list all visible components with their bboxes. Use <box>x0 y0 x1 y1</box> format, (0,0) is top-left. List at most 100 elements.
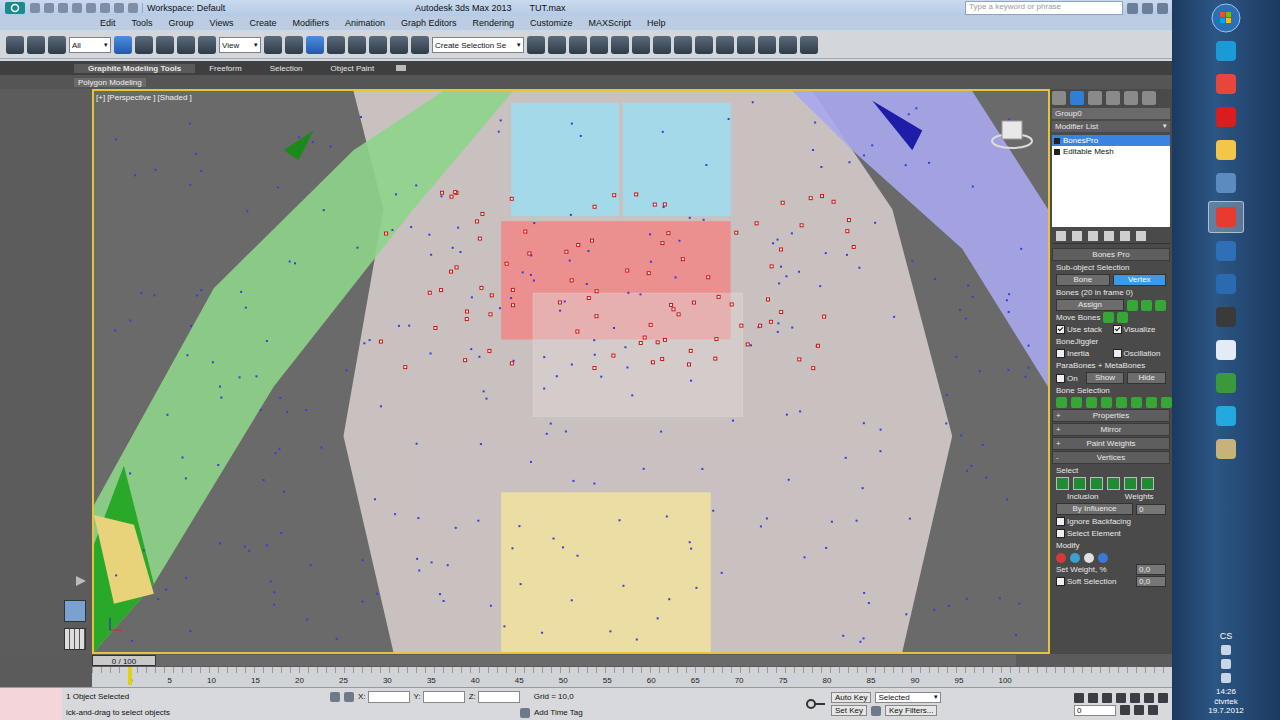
viewport[interactable]: [+][Perspective ][Shaded ] <box>92 89 1050 654</box>
quick-access-icon[interactable] <box>100 3 110 13</box>
language-indicator[interactable]: CS <box>1220 631 1233 641</box>
maxscript-listener[interactable] <box>0 688 62 720</box>
render-tool-icon[interactable] <box>758 36 776 54</box>
search-field[interactable]: Type a keyword or phrase <box>965 1 1123 15</box>
select-tool-icon[interactable] <box>177 36 195 54</box>
playback-icon[interactable] <box>1088 693 1098 703</box>
quick-access-icon[interactable] <box>114 3 124 13</box>
rollout-title[interactable]: +Properties <box>1052 409 1170 422</box>
assign-icon[interactable] <box>1155 300 1166 311</box>
checkbox[interactable]: Visualize <box>1113 325 1167 334</box>
taskbar-app-icon[interactable] <box>1209 368 1243 398</box>
menu-item[interactable]: Modifiers <box>292 18 329 28</box>
coordinate-field[interactable]: Y: <box>414 691 465 703</box>
lock-icon[interactable] <box>344 692 354 702</box>
time-config-icon[interactable] <box>1120 705 1130 715</box>
render-tool-icon[interactable] <box>569 36 587 54</box>
by-influence-spinner[interactable]: 0 <box>1136 504 1166 515</box>
render-tool-icon[interactable] <box>527 36 545 54</box>
stack-item[interactable]: Editable Mesh <box>1052 146 1170 157</box>
snap-tool-icon[interactable] <box>390 36 408 54</box>
bulb-icon[interactable] <box>1054 149 1060 155</box>
subobject-button[interactable]: Bone <box>1056 274 1110 286</box>
link-tool-icon[interactable] <box>48 36 66 54</box>
render-tool-icon[interactable] <box>674 36 692 54</box>
rollout-title[interactable]: +Mirror <box>1052 423 1170 436</box>
timeline-left-icon[interactable] <box>0 654 92 667</box>
rollout-title[interactable]: -Vertices <box>1052 451 1170 464</box>
taskbar-app-icon[interactable] <box>1209 335 1243 365</box>
playback-icon[interactable] <box>1144 693 1154 703</box>
track-bar-icon[interactable] <box>0 667 92 687</box>
quick-access-icon[interactable] <box>128 3 138 13</box>
stack-tool-icon[interactable] <box>1104 231 1114 241</box>
assign-button[interactable]: Assign <box>1056 299 1124 311</box>
menu-item[interactable]: Group <box>169 18 194 28</box>
bone-selection-icon[interactable] <box>1101 397 1112 408</box>
parabones-button[interactable]: Show <box>1086 372 1125 384</box>
taskbar-app-icon[interactable] <box>1209 269 1243 299</box>
key-icon[interactable] <box>805 697 827 711</box>
isolate-icon[interactable] <box>330 692 340 702</box>
track-bar[interactable]: 0510152025303540455055606570758085909510… <box>92 667 1172 687</box>
select-mode[interactable]: Weights <box>1113 492 1167 501</box>
named-selection-set[interactable]: Create Selection Se▾ <box>432 37 524 53</box>
help-icon[interactable] <box>1157 3 1168 14</box>
menu-item[interactable]: Help <box>647 18 666 28</box>
subobject-button[interactable]: Vertex <box>1113 274 1167 286</box>
taskbar-app-icon[interactable] <box>1209 69 1243 99</box>
zoom-icon[interactable] <box>1134 705 1144 715</box>
command-tab-icon[interactable] <box>1052 91 1066 105</box>
modify-icon[interactable] <box>1084 553 1094 563</box>
pan-icon[interactable] <box>1148 705 1158 715</box>
stack-item[interactable]: BonesPro <box>1052 135 1170 146</box>
menu-item[interactable]: Create <box>249 18 276 28</box>
vertex-select-icon[interactable] <box>1056 477 1069 490</box>
checkbox[interactable]: Use stack <box>1056 325 1110 334</box>
modify-icon[interactable] <box>1056 553 1066 563</box>
add-time-tag[interactable]: Add Time Tag <box>534 708 583 717</box>
taskbar-app-icon[interactable] <box>1209 102 1243 132</box>
current-frame-field[interactable]: 0 <box>1074 705 1116 716</box>
viewport-menu-label[interactable]: [Shaded ] <box>158 93 192 102</box>
search-icon[interactable] <box>1127 3 1138 14</box>
ribbon-tab[interactable]: Freeform <box>195 64 255 73</box>
vertex-select-icon[interactable] <box>1107 477 1120 490</box>
checkbox[interactable]: On <box>1056 374 1083 383</box>
menu-item[interactable]: Animation <box>345 18 385 28</box>
rollout-title[interactable]: +Paint Weights <box>1052 437 1170 450</box>
key-filters-button[interactable]: Key Filters... <box>885 705 937 716</box>
bone-selection-icon[interactable] <box>1086 397 1097 408</box>
snap-tool-icon[interactable] <box>327 36 345 54</box>
modifier-list[interactable]: Modifier List▾ <box>1052 121 1170 132</box>
taskbar-app-icon[interactable] <box>1208 201 1244 233</box>
render-tool-icon[interactable] <box>695 36 713 54</box>
time-slider[interactable]: 0 / 100 <box>92 655 1016 666</box>
render-tool-icon[interactable] <box>653 36 671 54</box>
checkbox[interactable]: Soft Selection <box>1056 577 1133 586</box>
viewport-layout-icon[interactable] <box>64 600 86 622</box>
select-tool-icon[interactable] <box>198 36 216 54</box>
render-tool-icon[interactable] <box>716 36 734 54</box>
taskbar-app-icon[interactable] <box>1209 401 1243 431</box>
render-tool-icon[interactable] <box>590 36 608 54</box>
playback-icon[interactable] <box>1130 693 1140 703</box>
time-tag-icon[interactable] <box>520 708 530 718</box>
snap-tool-icon[interactable] <box>264 36 282 54</box>
modify-icon[interactable] <box>1070 553 1080 563</box>
rollout-title[interactable]: Bones Pro <box>1052 248 1170 261</box>
snap-tool-icon[interactable] <box>411 36 429 54</box>
viewport-grid-icon[interactable] <box>64 628 86 650</box>
viewcube-icon[interactable] <box>990 117 1034 153</box>
ribbon-options-icon[interactable] <box>396 65 406 71</box>
playback-icon[interactable] <box>1116 693 1126 703</box>
snap-tool-icon[interactable] <box>285 36 303 54</box>
auto-key-button[interactable]: Auto Key <box>831 692 871 703</box>
quick-access-icon[interactable] <box>30 3 40 13</box>
bone-selection-icon[interactable] <box>1116 397 1127 408</box>
stack-tool-icon[interactable] <box>1136 231 1146 241</box>
by-influence-button[interactable]: By Influence <box>1056 503 1133 515</box>
playback-icon[interactable] <box>1074 693 1084 703</box>
bone-selection-icon[interactable] <box>1146 397 1157 408</box>
vertex-select-icon[interactable] <box>1090 477 1103 490</box>
